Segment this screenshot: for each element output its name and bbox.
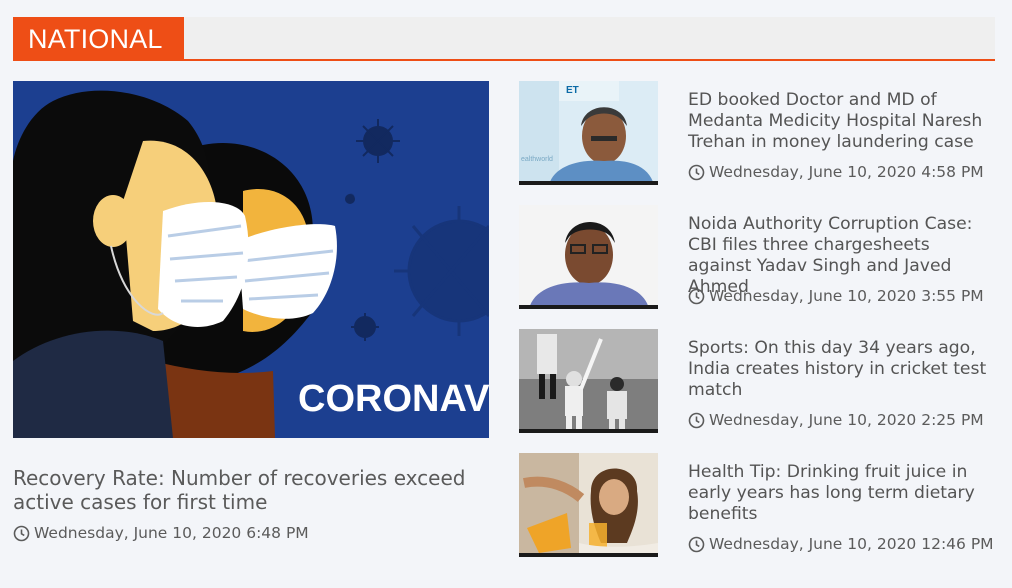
clock-icon	[688, 288, 705, 304]
feature-image[interactable]: CORONAV	[13, 81, 489, 438]
story-title[interactable]: Sports: On this day 34 years ago, India …	[688, 338, 998, 401]
story-time-text: Wednesday, June 10, 2020 2:25 PM	[709, 411, 984, 429]
story-title[interactable]: Noida Authority Corruption Case: CBI fil…	[688, 214, 998, 298]
story-title[interactable]: ED booked Doctor and MD of Medanta Medic…	[688, 90, 998, 153]
thumbnail-watermark-text: ealthworld	[521, 156, 553, 163]
thumbnail-logo-text: ET	[566, 85, 579, 96]
story-time-text: Wednesday, June 10, 2020 4:58 PM	[709, 163, 984, 181]
story-time: Wednesday, June 10, 2020 2:25 PM	[688, 411, 984, 429]
story-time: Wednesday, June 10, 2020 4:58 PM	[688, 163, 984, 181]
story-time: Wednesday, June 10, 2020 12:46 PM	[688, 535, 994, 553]
story-thumbnail[interactable]	[519, 453, 658, 557]
story-thumbnail[interactable]	[519, 205, 658, 309]
feature-title[interactable]: Recovery Rate: Number of recoveries exce…	[13, 466, 489, 514]
clock-icon	[13, 525, 30, 541]
section-header: NATIONAL	[13, 17, 995, 61]
clock-icon	[688, 412, 705, 428]
story-time-text: Wednesday, June 10, 2020 3:55 PM	[709, 287, 984, 305]
story-title[interactable]: Health Tip: Drinking fruit juice in earl…	[688, 462, 998, 525]
story-time-text: Wednesday, June 10, 2020 12:46 PM	[709, 535, 994, 553]
story-thumbnail[interactable]	[519, 329, 658, 433]
feature-time-text: Wednesday, June 10, 2020 6:48 PM	[34, 524, 309, 542]
story-time: Wednesday, June 10, 2020 3:55 PM	[688, 287, 984, 305]
section-title[interactable]: NATIONAL	[13, 17, 184, 59]
clock-icon	[688, 164, 705, 180]
feature-image-caption: CORONAV	[298, 378, 489, 420]
feature-time: Wednesday, June 10, 2020 6:48 PM	[13, 524, 309, 542]
clock-icon	[688, 536, 705, 552]
story-thumbnail[interactable]: ET ealthworld	[519, 81, 658, 185]
